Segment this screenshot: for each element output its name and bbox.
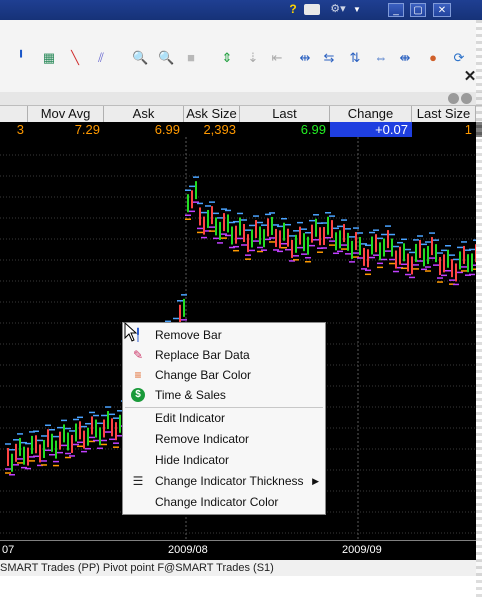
submenu-arrow-icon: ▶	[312, 476, 319, 486]
channel-icon[interactable]: ⫽	[94, 51, 108, 65]
window-menu-icon[interactable]: ▼	[352, 2, 362, 17]
first-bar-icon[interactable]: ⇤	[270, 51, 284, 65]
replace-bar-icon: ✎	[132, 348, 144, 362]
minimize-button[interactable]: _	[388, 3, 404, 17]
header-change[interactable]: Change	[330, 106, 412, 122]
header-last-size[interactable]: Last Size	[412, 106, 476, 122]
time-sales-icon: $	[131, 388, 145, 402]
header-ask-size[interactable]: Ask Size	[184, 106, 240, 122]
settings-icon[interactable]: ⚙▾	[328, 2, 348, 17]
torn-edge	[476, 20, 482, 600]
value-last: 6.99	[300, 122, 326, 137]
header-ask[interactable]: Ask	[104, 106, 184, 122]
refresh-icon[interactable]: ⟳	[452, 51, 466, 65]
bar-color-icon: ≡	[134, 368, 142, 382]
chart-legend: SMART Trades (PP) Pivot point F@SMART Tr…	[0, 560, 482, 576]
context-menu: ╿ Remove Bar ✎ Replace Bar Data ≡ Change…	[122, 322, 326, 515]
menu-item-change-indicator-thickness[interactable]: ☰ Change Indicator Thickness ▶	[123, 471, 323, 491]
x-tick: 07	[2, 544, 15, 556]
expand-icon[interactable]: ⇔	[374, 51, 388, 65]
palette-icon[interactable]: ●	[426, 51, 440, 65]
title-bar: ? ⚙▾ ▼ _ ▢ ✕	[0, 0, 482, 20]
chart-toolbar: ╹ ▦ ╲ ⫽ 🔍 🔍 ■ ⇕ ⇣ ⇤ ⇹ ⇆ ⇅ ⇔ ⇼ ● ⟳ ✕	[0, 20, 482, 93]
menu-item-time-sales[interactable]: $ Time & Sales	[123, 385, 323, 405]
zoom-out-icon[interactable]: 🔍	[158, 51, 174, 65]
quote-value-row[interactable]: 3 7.29 6.99 2,393 6.99 +0.07 1	[0, 122, 482, 137]
compress-icon[interactable]: ⇼	[398, 51, 412, 65]
quote-header-row: Mov Avg Ask Ask Size Last Change Last Si…	[0, 105, 482, 123]
move-down-icon[interactable]: ⇣	[246, 51, 260, 65]
print-icon[interactable]	[304, 4, 320, 15]
value-last-size: 1	[464, 122, 472, 137]
x-axis: 07 2009/08 2009/09	[0, 540, 476, 561]
value-mov-avg: 7.29	[74, 122, 100, 137]
x-tick: 2009/08	[168, 544, 208, 556]
value-ask: 6.99	[154, 122, 180, 137]
close-window-button[interactable]: ✕	[433, 3, 451, 17]
chart-window: ? ⚙▾ ▼ _ ▢ ✕ ╹ ▦ ╲ ⫽ 🔍 🔍 ■ ⇕ ⇣ ⇤ ⇹ ⇆ ⇅ ⇔…	[0, 0, 482, 600]
trendline-icon[interactable]: ╲	[68, 51, 82, 65]
last-bar-icon[interactable]: ⇅	[348, 51, 362, 65]
menu-item-change-indicator-color[interactable]: Change Indicator Color	[123, 492, 323, 512]
x-tick: 2009/09	[342, 544, 382, 556]
value-ask-size: 2,393	[203, 122, 236, 137]
restore-button[interactable]: ▢	[410, 3, 426, 17]
header-mov-avg[interactable]: Mov Avg	[28, 106, 104, 122]
menu-item-edit-indicator[interactable]: Edit Indicator	[123, 408, 323, 428]
menu-item-hide-indicator[interactable]: Hide Indicator	[123, 450, 323, 470]
thickness-icon: ☰	[132, 474, 144, 488]
menu-item-remove-bar[interactable]: ╿ Remove Bar	[123, 325, 323, 345]
chart-icon[interactable]: ▦	[42, 51, 56, 65]
zoom-in-icon[interactable]: 🔍	[132, 51, 148, 65]
value-change: +0.07	[330, 122, 412, 137]
legend-text: SMART Trades (PP) Pivot point F@SMART Tr…	[0, 562, 274, 574]
mouse-cursor-icon	[124, 322, 138, 342]
header-last[interactable]: Last	[240, 106, 330, 122]
next-bar-icon[interactable]: ⇆	[322, 51, 336, 65]
close-panel-icon[interactable]: ✕	[463, 69, 477, 84]
move-up-icon[interactable]: ⇕	[220, 51, 234, 65]
header-partial	[0, 106, 28, 122]
draw-line-icon[interactable]: ╹	[14, 51, 28, 65]
help-icon[interactable]: ?	[286, 2, 300, 17]
prev-bar-icon[interactable]: ⇹	[298, 51, 312, 65]
blank-icon: ■	[187, 50, 195, 65]
menu-item-replace-bar-data[interactable]: ✎ Replace Bar Data	[123, 345, 323, 365]
menu-item-remove-indicator[interactable]: Remove Indicator	[123, 429, 323, 449]
menu-item-change-bar-color[interactable]: ≡ Change Bar Color	[123, 365, 323, 385]
value-partial: 3	[16, 122, 24, 137]
